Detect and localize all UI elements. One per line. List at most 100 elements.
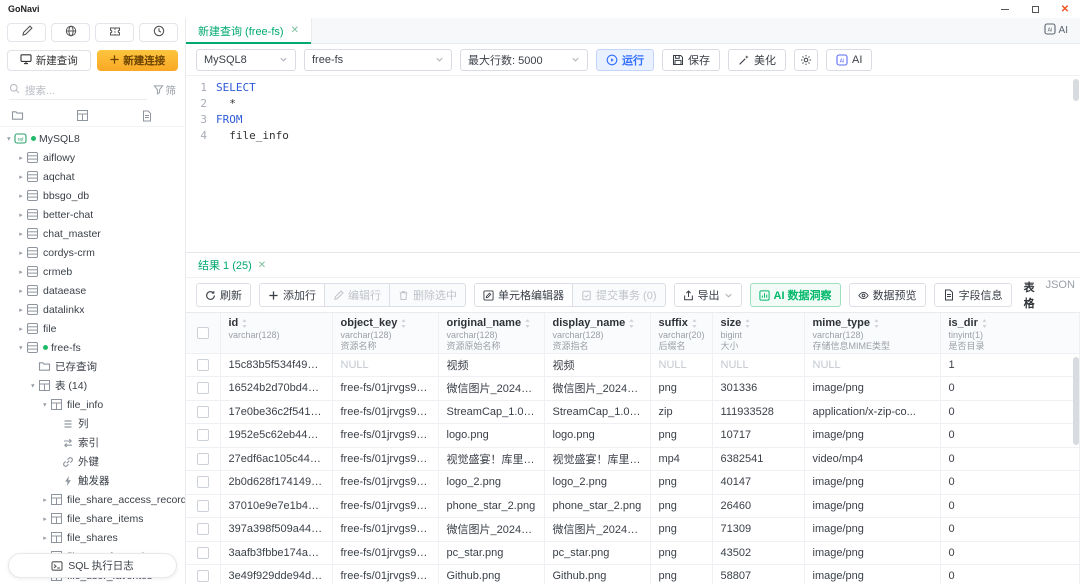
row-checkbox[interactable] xyxy=(197,547,209,559)
tree-expand-arrow[interactable]: ▸ xyxy=(16,287,26,295)
grid-cell[interactable]: pc_star.png xyxy=(544,541,650,565)
tree-expand-arrow[interactable]: ▸ xyxy=(16,154,26,162)
grid-cell[interactable]: StreamCap_1.0.2_2_... xyxy=(544,400,650,424)
grid-cell[interactable]: 视觉盛宴！库里隔... xyxy=(544,447,650,471)
row-checkbox[interactable] xyxy=(197,359,209,371)
column-header-id[interactable]: idvarchar(128) xyxy=(220,313,332,353)
grid-cell[interactable]: free-fs/01jrvgs943q... xyxy=(332,565,438,584)
table-row[interactable]: 15c83b5f534f49e4b...NULL视频视频NULLNULLNULL… xyxy=(186,353,1080,377)
grid-cell[interactable]: video/mp4 xyxy=(804,447,940,471)
new-query-button[interactable]: 新建查询 xyxy=(7,50,91,71)
grid-cell[interactable]: 微信图片_20240326... xyxy=(544,377,650,401)
tree-item-file_share_items[interactable]: ▸file_share_items xyxy=(0,509,185,528)
tree-item-14[interactable]: ▸表 (14) xyxy=(0,376,185,395)
grid-cell[interactable]: 17e0be36c2f541ce9... xyxy=(220,400,332,424)
tree-item-node-18[interactable]: 触发器 xyxy=(0,471,185,490)
grid-cell[interactable]: png xyxy=(650,424,712,448)
tree-expand-arrow[interactable]: ▸ xyxy=(29,381,37,391)
minimize-button[interactable] xyxy=(990,0,1020,18)
tree-expand-arrow[interactable]: ▸ xyxy=(16,325,26,333)
new-connection-button[interactable]: 新建连接 xyxy=(97,50,179,71)
grid-cell[interactable]: 397a398f509a44aa9... xyxy=(220,518,332,542)
grid-cell[interactable]: 15c83b5f534f49e4b... xyxy=(220,353,332,377)
sort-icon[interactable] xyxy=(400,318,407,329)
grid-cell[interactable]: 0 xyxy=(940,377,1080,401)
maximize-button[interactable] xyxy=(1020,0,1050,18)
row-checkbox[interactable] xyxy=(197,476,209,488)
tree-item-bbsgo_db[interactable]: ▸bbsgo_db xyxy=(0,186,185,205)
grid-cell[interactable]: 40147 xyxy=(712,471,804,495)
grid-cell[interactable]: free-fs/01jrvgs943q... xyxy=(332,377,438,401)
grid-cell[interactable]: NULL xyxy=(712,353,804,377)
sort-icon[interactable] xyxy=(241,318,248,329)
tree-item-cordys-crm[interactable]: ▸cordys-crm xyxy=(0,243,185,262)
tree-expand-arrow[interactable]: ▸ xyxy=(16,230,26,238)
tree-item-node-15[interactable]: 列 xyxy=(0,414,185,433)
grid-cell[interactable]: 0 xyxy=(940,400,1080,424)
grid-cell[interactable]: image/png xyxy=(804,518,940,542)
globe-button[interactable] xyxy=(51,23,90,42)
tab-close-icon[interactable]: ✕ xyxy=(291,25,299,36)
folder-view-icon[interactable] xyxy=(11,109,24,122)
grid-cell[interactable]: 1952e5c62eb44ce8... xyxy=(220,424,332,448)
table-row[interactable]: 37010e9e7e1b4954...free-fs/01jrvgs943q..… xyxy=(186,494,1080,518)
grid-cell[interactable]: 0 xyxy=(940,541,1080,565)
sort-icon[interactable] xyxy=(524,318,531,329)
tabbar-ai-button[interactable]: AI AI xyxy=(1044,23,1080,38)
document-view-icon[interactable] xyxy=(141,110,153,122)
save-button[interactable]: 保存 xyxy=(662,49,720,71)
tree-item-aiflowy[interactable]: ▸aiflowy xyxy=(0,148,185,167)
table-row[interactable]: 2b0d628f17414983...free-fs/01jrvgs943q..… xyxy=(186,471,1080,495)
ai-button[interactable]: AI AI xyxy=(826,49,872,71)
row-checkbox[interactable] xyxy=(197,570,209,582)
grid-cell[interactable]: 2b0d628f17414983... xyxy=(220,471,332,495)
grid-cell[interactable]: png xyxy=(650,471,712,495)
table-row[interactable]: 17e0be36c2f541ce9...free-fs/01jrvgs943q.… xyxy=(186,400,1080,424)
grid-cell[interactable]: application/x-zip-co... xyxy=(804,400,940,424)
grid-cell[interactable]: mp4 xyxy=(650,447,712,471)
grid-cell[interactable]: StreamCap_1.0.2_2_... xyxy=(438,400,544,424)
tree-item-node-16[interactable]: 索引 xyxy=(0,433,185,452)
table-row[interactable]: 1952e5c62eb44ce8...free-fs/01jrvgs943q..… xyxy=(186,424,1080,448)
grid-cell[interactable]: NULL xyxy=(804,353,940,377)
view-table[interactable]: 表格 xyxy=(1024,279,1035,311)
grid-cell[interactable]: png xyxy=(650,494,712,518)
select-all-checkbox[interactable] xyxy=(197,327,209,339)
row-checkbox[interactable] xyxy=(197,382,209,394)
refresh-button[interactable]: 刷新 xyxy=(196,283,251,307)
tree-expand-arrow[interactable]: ▸ xyxy=(16,249,26,257)
ticket-button[interactable] xyxy=(95,23,134,42)
search-input[interactable]: 搜索... xyxy=(9,81,147,100)
tree-item-better-chat[interactable]: ▸better-chat xyxy=(0,205,185,224)
sort-icon[interactable] xyxy=(873,318,880,329)
table-view-icon[interactable] xyxy=(76,109,89,122)
column-header-object_key[interactable]: object_keyvarchar(128)资源名称 xyxy=(332,313,438,353)
grid-cell[interactable]: phone_star_2.png xyxy=(438,494,544,518)
table-row[interactable]: 397a398f509a44aa9...free-fs/01jrvgs943q.… xyxy=(186,518,1080,542)
export-button[interactable]: 导出 xyxy=(674,283,742,307)
grid-cell[interactable]: NULL xyxy=(650,353,712,377)
beautify-button[interactable]: 美化 xyxy=(728,49,786,71)
grid-cell[interactable]: image/png xyxy=(804,424,940,448)
pen-tool-button[interactable] xyxy=(7,23,46,42)
grid-cell[interactable]: 0 xyxy=(940,565,1080,584)
grid-cell[interactable]: 6382541 xyxy=(712,447,804,471)
run-button[interactable]: 运行 xyxy=(596,49,654,71)
row-checkbox[interactable] xyxy=(197,429,209,441)
grid-cell[interactable]: free-fs/01jrvgs943q... xyxy=(332,541,438,565)
grid-cell[interactable]: logo_2.png xyxy=(438,471,544,495)
tree-expand-arrow[interactable]: ▸ xyxy=(16,192,26,200)
grid-cell[interactable]: 0 xyxy=(940,424,1080,448)
tree-expand-arrow[interactable]: ▸ xyxy=(16,306,26,314)
row-checkbox[interactable] xyxy=(197,523,209,535)
tree-item-mysql8[interactable]: ▸sqlMySQL8 xyxy=(0,129,185,148)
table-row[interactable]: 27edf6ac105c44598...free-fs/01jrvgs943q.… xyxy=(186,447,1080,471)
grid-cell[interactable]: 10717 xyxy=(712,424,804,448)
tree-item-datalinkx[interactable]: ▸datalinkx xyxy=(0,300,185,319)
row-checkbox[interactable] xyxy=(197,453,209,465)
cell-editor-button[interactable]: 单元格编辑器 xyxy=(474,283,573,307)
grid-cell[interactable]: 3aafb3fbbe174a34a... xyxy=(220,541,332,565)
tree-item-node-12[interactable]: 已存查询 xyxy=(0,357,185,376)
view-json[interactable]: JSON xyxy=(1046,279,1075,311)
tree-item-file[interactable]: ▸file xyxy=(0,319,185,338)
